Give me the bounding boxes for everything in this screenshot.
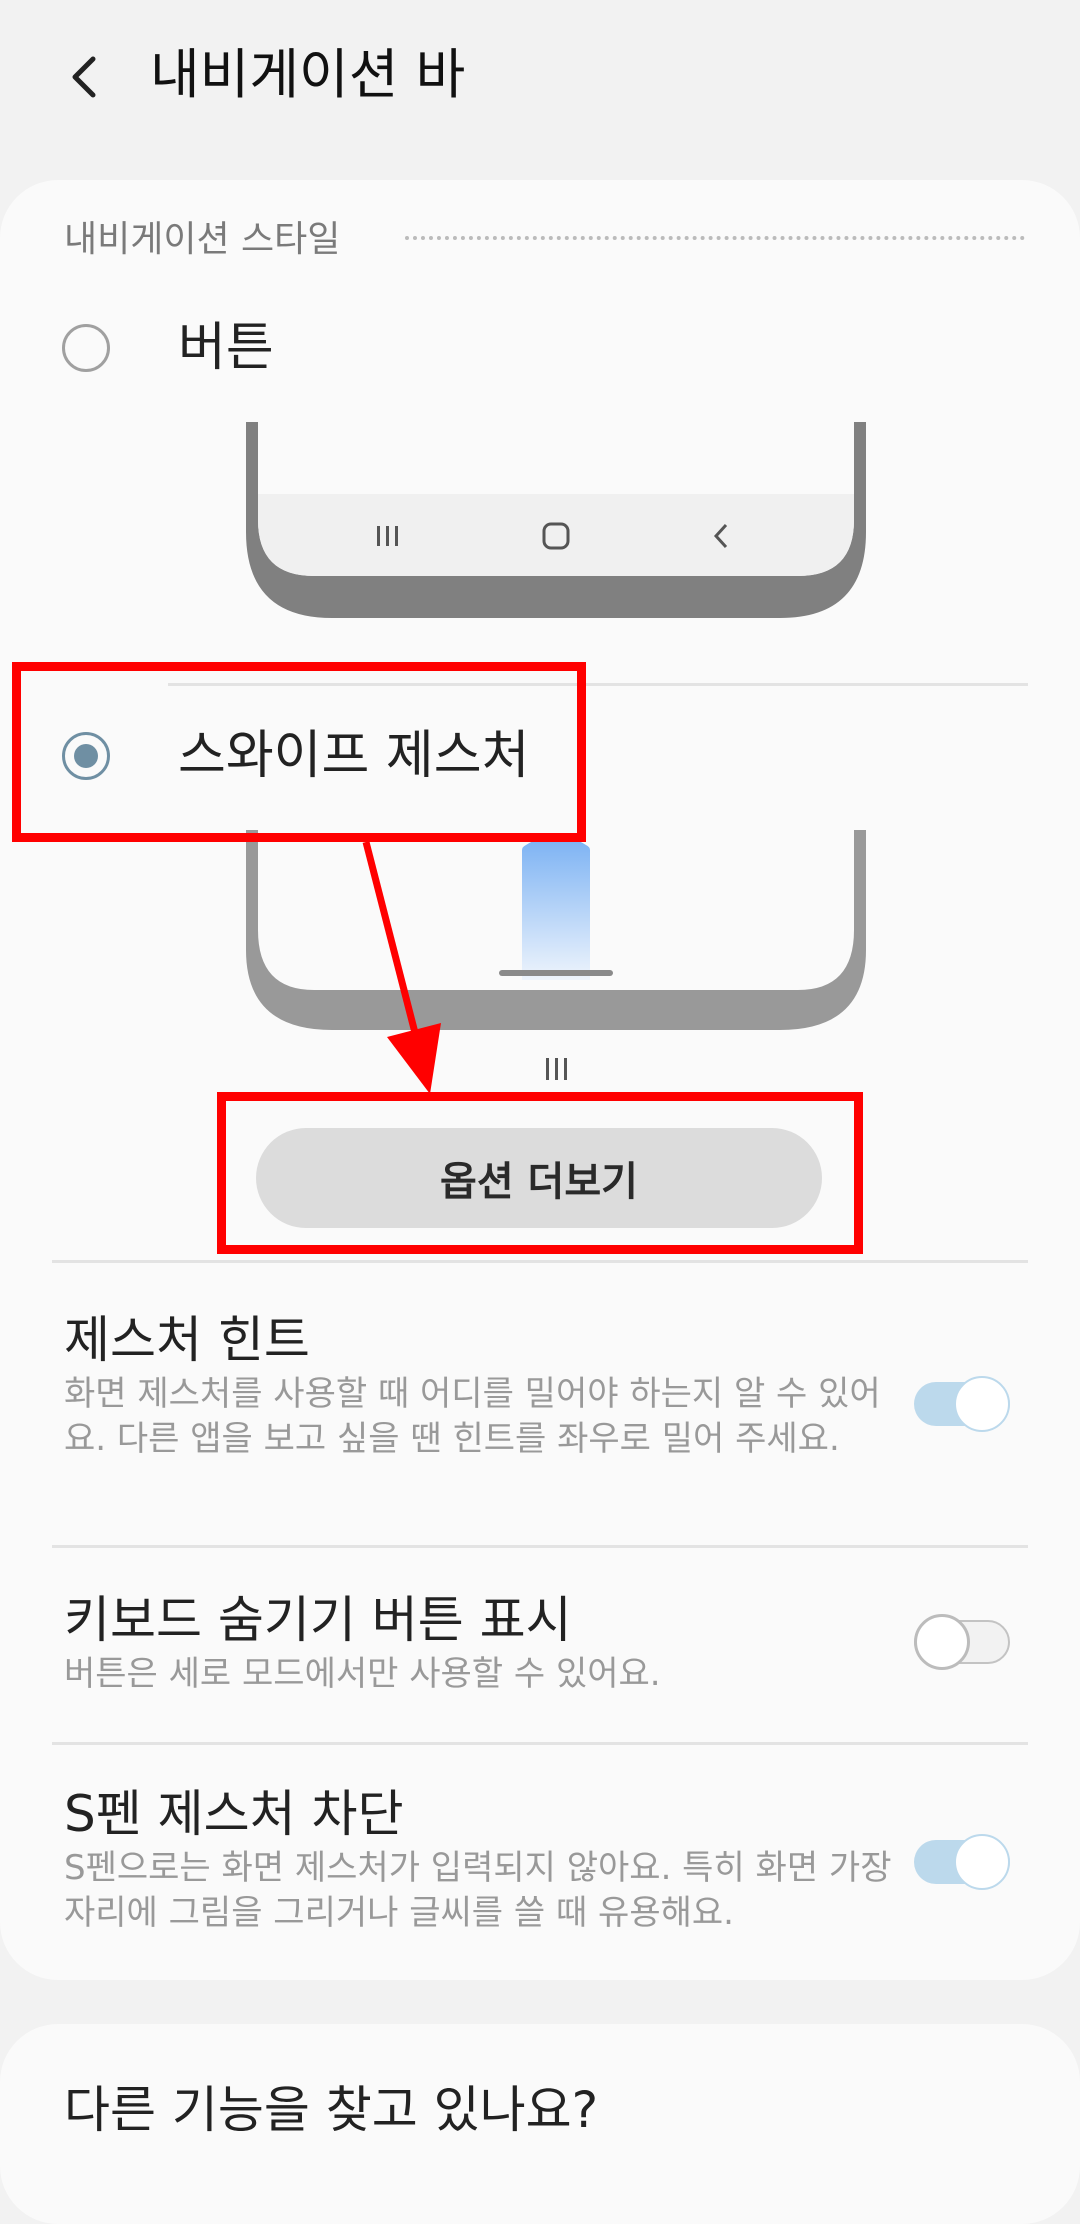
annotation-arrow bbox=[362, 841, 441, 1094]
